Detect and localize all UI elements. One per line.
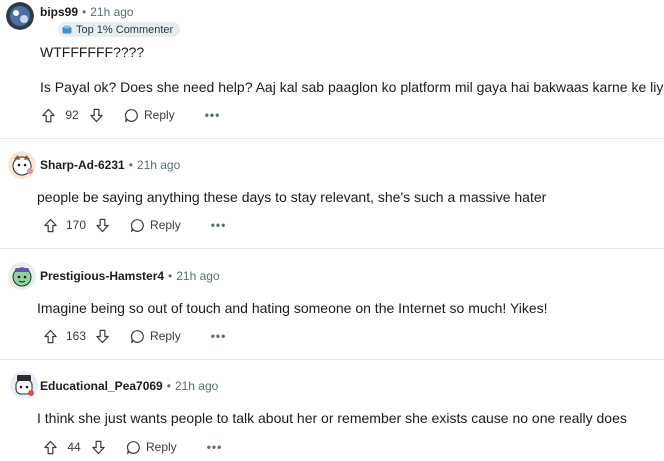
reply-button[interactable]: Reply [130,329,181,344]
timestamp[interactable]: 21h ago [176,269,219,283]
flair-label: Top 1% Commenter [76,23,174,36]
downvote-button[interactable] [90,439,106,455]
username[interactable]: Sharp-Ad-6231 [40,158,125,172]
speech-bubble-icon [126,440,140,454]
upvote-button[interactable] [42,217,58,233]
speech-bubble-icon [130,218,144,232]
timestamp[interactable]: 21h ago [175,379,218,393]
timestamp[interactable]: 21h ago [137,158,180,172]
downvote-arrow-icon [89,108,103,122]
comment-meta: Sharp-Ad-6231 • 21h ago [40,158,180,172]
more-options-button[interactable]: ••• [207,440,223,454]
upvote-arrow-icon [43,218,57,232]
comment-divider [0,138,664,139]
comment-meta: Prestigious-Hamster4 • 21h ago [40,269,220,283]
speech-bubble-icon [130,329,144,343]
comment-4: Educational_Pea7069 • 21h ago I think sh… [0,366,664,461]
reply-label: Reply [150,329,181,343]
avatar-icon [8,151,36,179]
user-flair-badge: Top 1% Commenter [58,22,181,37]
avatar-bips99[interactable] [6,2,34,30]
upvote-button[interactable] [40,107,56,123]
more-options-button[interactable]: ••• [205,108,221,122]
downvote-button[interactable] [94,328,110,344]
comment-actions: 163 Reply ••• [42,326,226,346]
upvote-button[interactable] [42,328,58,344]
comment-divider [0,359,664,360]
comment-text-line-1: Imagine being so out of touch and hating… [37,300,548,316]
downvote-arrow-icon [95,218,109,232]
comment-text-line-1: I think she just wants people to talk ab… [37,410,627,426]
meta-separator: • [166,379,171,393]
meta-separator: • [128,158,133,172]
username[interactable]: Educational_Pea7069 [40,379,163,393]
downvote-button[interactable] [88,107,104,123]
upvote-arrow-icon [43,440,57,454]
reply-label: Reply [146,440,177,454]
downvote-arrow-icon [95,329,109,343]
reply-button[interactable]: Reply [130,218,181,233]
reply-label: Reply [144,108,175,122]
reply-button[interactable]: Reply [126,440,177,455]
vote-score: 170 [66,218,87,232]
comment-actions: 170 Reply ••• [42,215,226,235]
downvote-arrow-icon [91,440,105,454]
upvote-button[interactable] [42,439,58,455]
reply-label: Reply [150,218,181,232]
vote-score: 163 [66,329,87,343]
commenter-badge-icon [62,25,72,34]
comment-2: Sharp-Ad-6231 • 21h ago people be saying… [0,145,664,245]
avatar-sharp-ad-6231[interactable] [8,151,36,179]
comment-3: Prestigious-Hamster4 • 21h ago Imagine b… [0,256,664,356]
meta-separator: • [168,269,173,283]
more-options-button[interactable]: ••• [211,329,227,343]
username[interactable]: bips99 [40,5,78,19]
meta-separator: • [82,5,87,19]
avatar-icon [8,262,36,290]
vote-score: 92 [65,108,79,122]
speech-bubble-icon [124,108,138,122]
comment-text-line-1: WTFFFFFF???? [40,44,145,60]
vote-score: 44 [67,440,81,454]
comment-text-line-1: people be saying anything these days to … [37,189,547,205]
comment-meta: bips99 • 21h ago [40,5,134,19]
username[interactable]: Prestigious-Hamster4 [40,269,164,283]
comment-text-line-2: Is Payal ok? Does she need help? Aaj kal… [40,79,664,95]
avatar-icon [6,2,34,30]
comment-meta: Educational_Pea7069 • 21h ago [40,379,218,393]
avatar-icon [10,371,38,399]
comment-actions: 92 Reply ••• [40,105,220,125]
avatar-educational-pea7069[interactable] [10,371,38,399]
upvote-arrow-icon [41,108,55,122]
reply-button[interactable]: Reply [124,108,175,123]
timestamp[interactable]: 21h ago [90,5,133,19]
comment-1: bips99 • 21h ago Top 1% Commenter WTFFFF… [0,0,664,130]
comment-divider [0,248,664,249]
downvote-button[interactable] [94,217,110,233]
upvote-arrow-icon [43,329,57,343]
comment-actions: 44 Reply ••• [42,437,222,457]
more-options-button[interactable]: ••• [211,218,227,232]
avatar-prestigious-hamster4[interactable] [8,262,36,290]
